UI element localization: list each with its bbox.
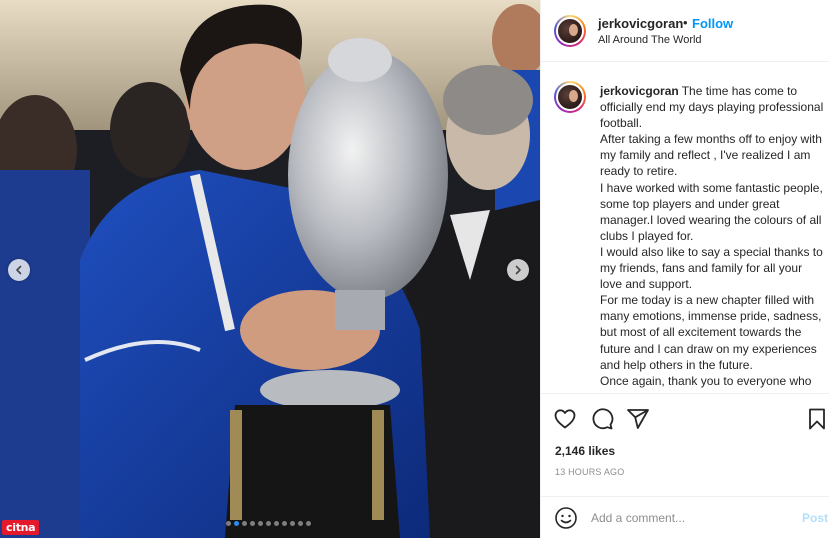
avatar[interactable] — [554, 15, 586, 47]
carousel-dot — [266, 521, 271, 526]
share-button[interactable] — [626, 407, 650, 431]
post-photo — [0, 0, 540, 538]
action-bar — [541, 393, 829, 445]
likes-count[interactable]: 2,146 likes — [555, 444, 615, 458]
caption-area[interactable]: jerkovicgoran The time has come to offici… — [541, 63, 829, 393]
heart-icon — [554, 409, 576, 429]
paper-plane-icon — [627, 409, 649, 429]
carousel-dot — [290, 521, 295, 526]
carousel-dot — [282, 521, 287, 526]
like-button[interactable] — [553, 407, 577, 431]
speech-bubble-icon — [592, 408, 614, 430]
carousel-indicator — [226, 521, 311, 526]
bookmark-icon — [809, 408, 825, 430]
post-comment-button[interactable]: Post — [802, 511, 828, 525]
emoji-button[interactable] — [554, 506, 578, 530]
comment-input[interactable] — [591, 509, 791, 527]
carousel-dot — [298, 521, 303, 526]
carousel-dot — [250, 521, 255, 526]
carousel-dot — [226, 521, 231, 526]
caption-text: The time has come to officially end my d… — [600, 84, 824, 388]
post-header: jerkovicgoran • Follow All Around The Wo… — [541, 0, 829, 62]
comment-bar: Post — [541, 496, 829, 538]
post-timestamp[interactable]: 13 HOURS AGO — [555, 467, 624, 477]
post-location[interactable]: All Around The World — [598, 34, 702, 46]
smiley-icon — [555, 507, 577, 529]
watermark-logo: citna — [2, 520, 40, 535]
chevron-right-icon — [515, 265, 521, 275]
carousel-prev-button[interactable] — [8, 259, 30, 281]
carousel-dot — [274, 521, 279, 526]
carousel-dot — [306, 521, 311, 526]
chevron-left-icon — [16, 265, 22, 275]
avatar[interactable] — [554, 81, 586, 113]
separator-dot: • — [683, 15, 688, 30]
author-username[interactable]: jerkovicgoran — [598, 16, 683, 31]
save-button[interactable] — [805, 407, 829, 431]
carousel-dot — [234, 521, 239, 526]
follow-button[interactable]: Follow — [692, 16, 733, 31]
carousel-dot — [258, 521, 263, 526]
caption: jerkovicgoran The time has come to offici… — [600, 83, 826, 389]
carousel-dot — [242, 521, 247, 526]
post-media[interactable]: citna — [0, 0, 540, 538]
post-side-panel: jerkovicgoran • Follow All Around The Wo… — [540, 0, 829, 538]
caption-username[interactable]: jerkovicgoran — [600, 84, 679, 98]
comment-button[interactable] — [590, 407, 614, 431]
carousel-next-button[interactable] — [507, 259, 529, 281]
